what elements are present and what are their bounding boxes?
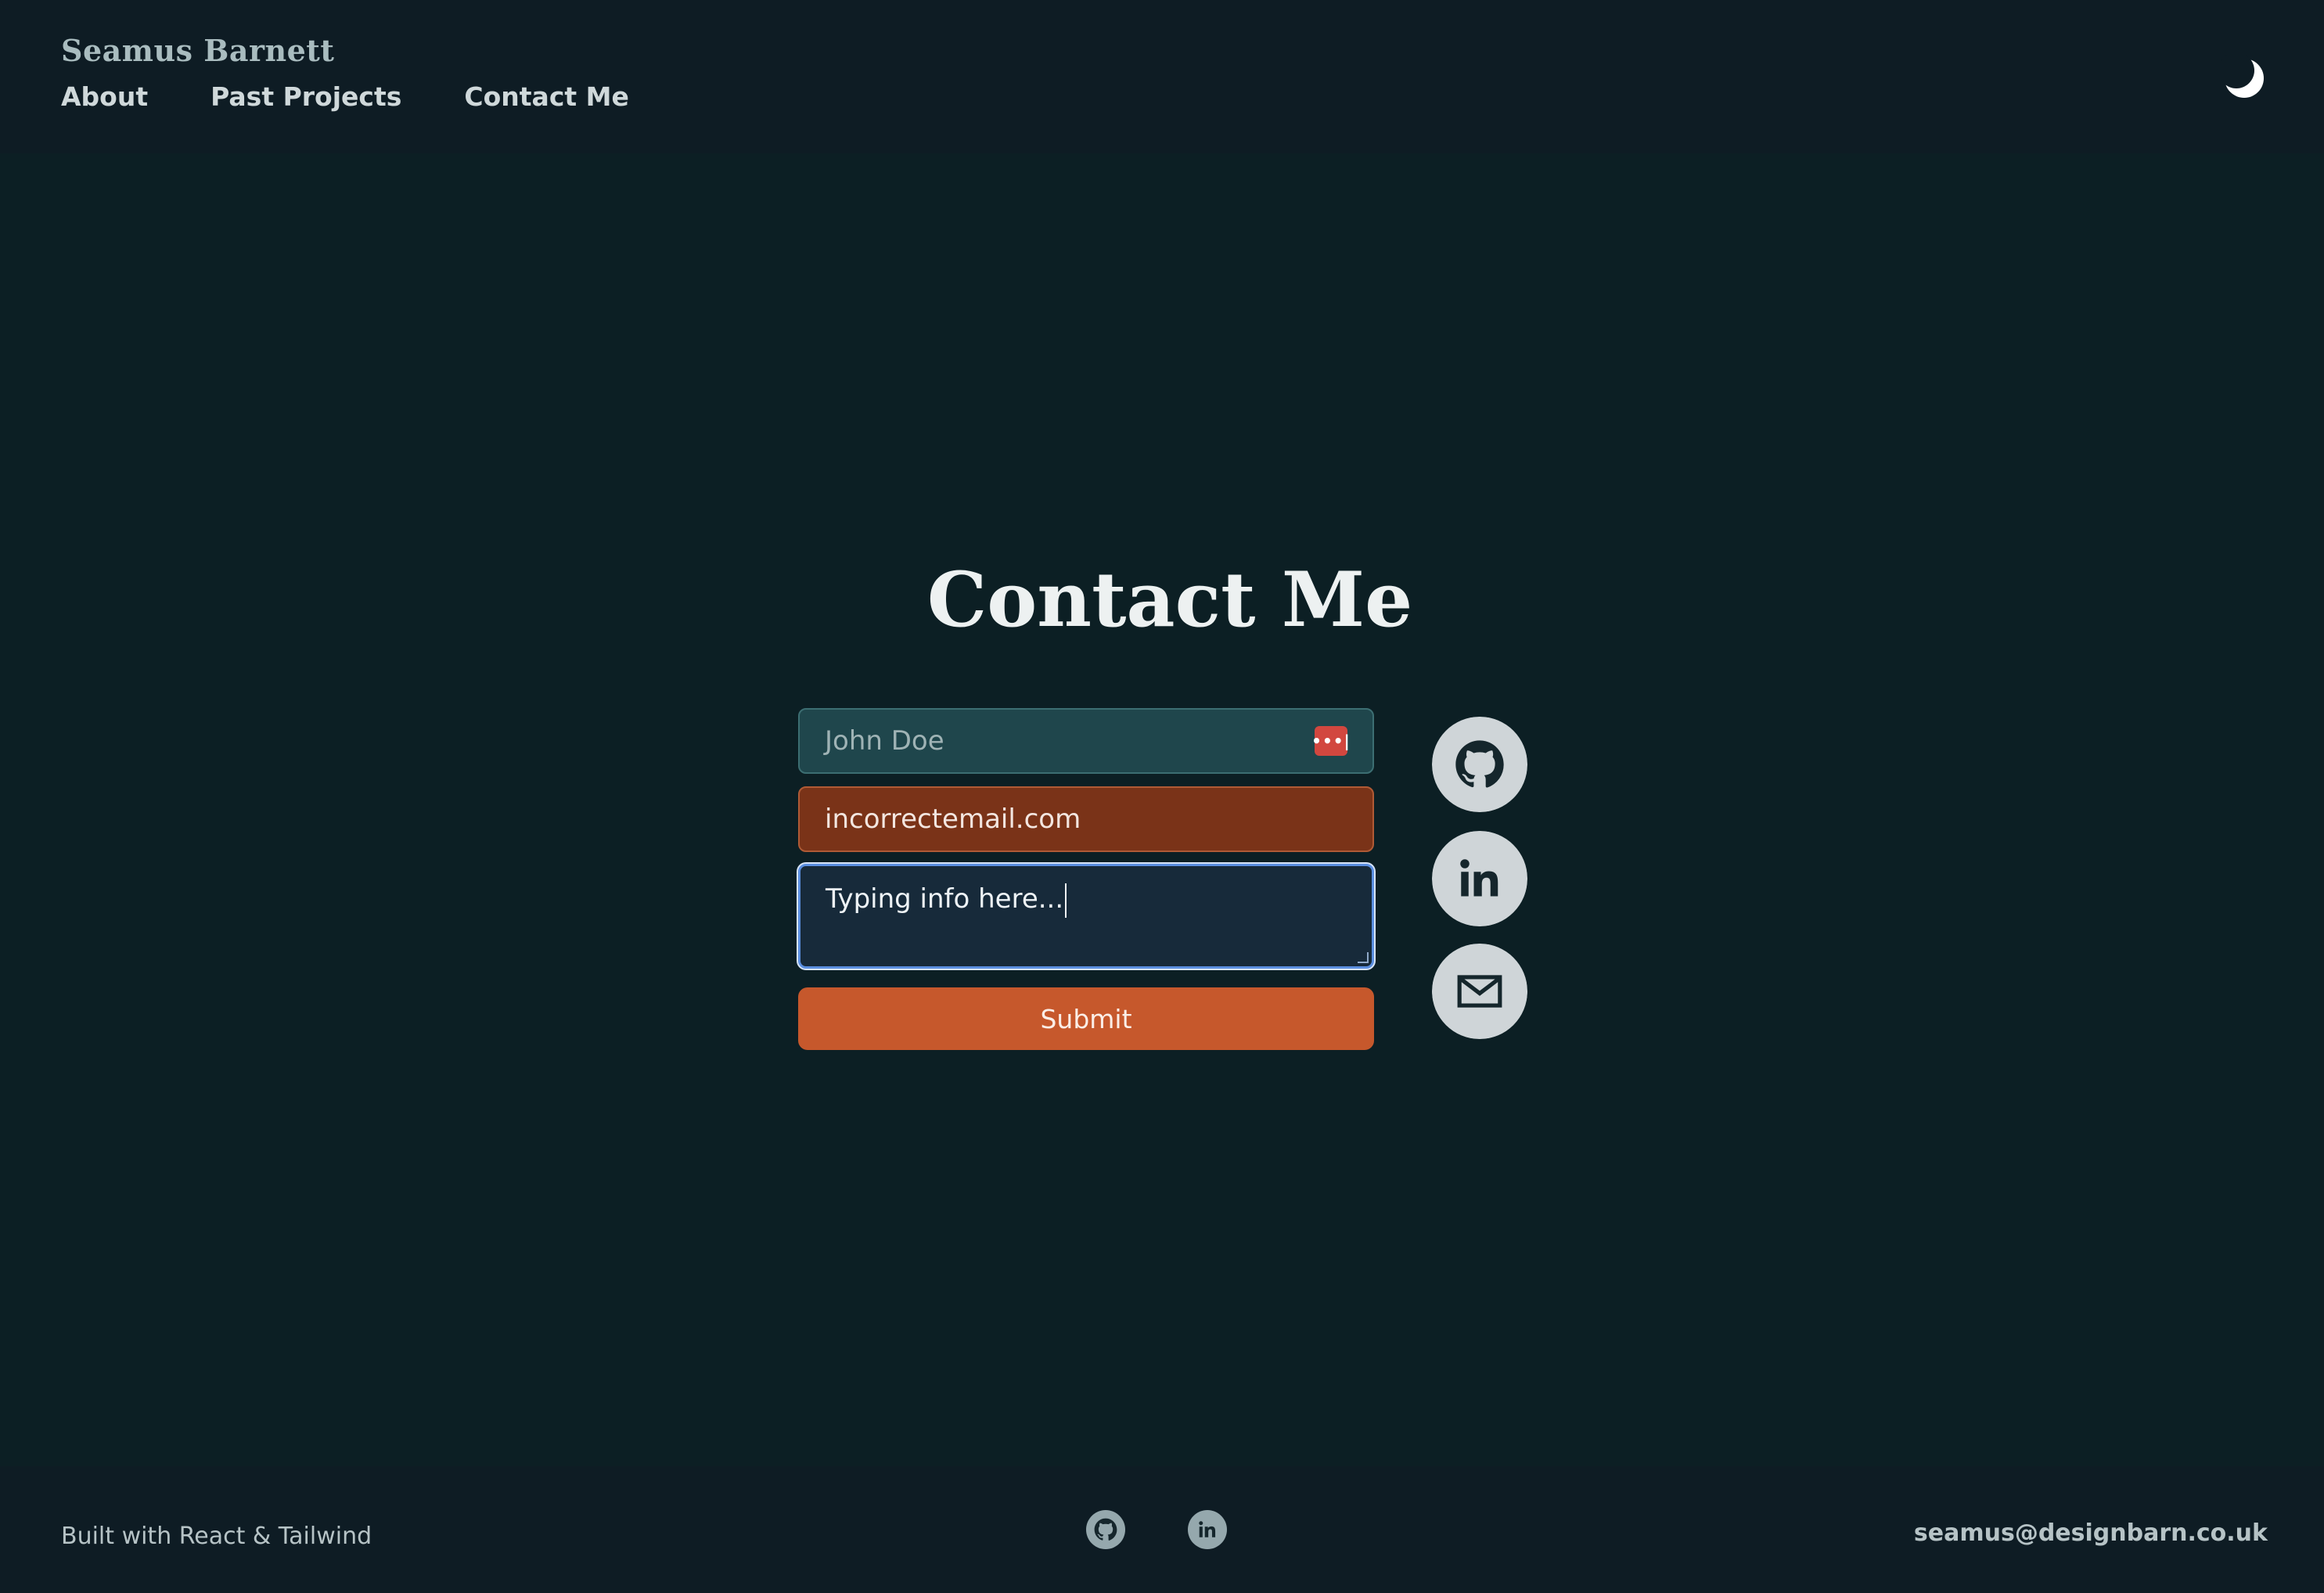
resize-handle-icon[interactable] xyxy=(1358,952,1369,963)
footer-email-link[interactable]: seamus@designbarn.co.uk xyxy=(1914,1519,2268,1547)
message-field[interactable]: Typing info here... xyxy=(798,864,1374,969)
linkedin-link[interactable] xyxy=(1432,831,1527,926)
theme-toggle-button[interactable] xyxy=(2218,52,2268,102)
linkedin-icon xyxy=(1199,1521,1216,1537)
submit-button[interactable]: Submit xyxy=(798,987,1374,1050)
password-manager-icon[interactable]: •••| xyxy=(1311,726,1350,756)
site-header: Seamus Barnett About Past Projects Conta… xyxy=(0,0,2324,153)
nav-contact-me[interactable]: Contact Me xyxy=(464,81,628,112)
text-caret xyxy=(1065,883,1067,918)
site-brand[interactable]: Seamus Barnett xyxy=(61,33,334,68)
linkedin-icon xyxy=(1460,859,1498,897)
nav-past-projects[interactable]: Past Projects xyxy=(210,81,401,112)
name-field[interactable]: John Doe •••| xyxy=(798,708,1374,774)
email-link[interactable] xyxy=(1432,944,1527,1039)
footer-linkedin-link[interactable] xyxy=(1188,1510,1227,1549)
email-field[interactable]: incorrectemail.com xyxy=(798,786,1374,852)
email-value: incorrectemail.com xyxy=(825,804,1081,835)
github-icon xyxy=(1094,1518,1117,1541)
message-value: Typing info here... xyxy=(826,883,1064,915)
site-footer: Built with React & Tailwind seamus@desig… xyxy=(0,1466,2324,1593)
mail-icon xyxy=(1457,975,1502,1008)
footer-built-with: Built with React & Tailwind xyxy=(61,1523,372,1550)
github-link[interactable] xyxy=(1432,717,1527,812)
moon-icon xyxy=(2218,52,2264,98)
name-placeholder: John Doe xyxy=(825,725,944,757)
nav-about[interactable]: About xyxy=(61,81,148,112)
main-nav: About Past Projects Contact Me xyxy=(61,81,692,112)
page-title: Contact Me xyxy=(926,556,1413,644)
footer-github-link[interactable] xyxy=(1086,1510,1125,1549)
github-icon xyxy=(1455,740,1504,788)
